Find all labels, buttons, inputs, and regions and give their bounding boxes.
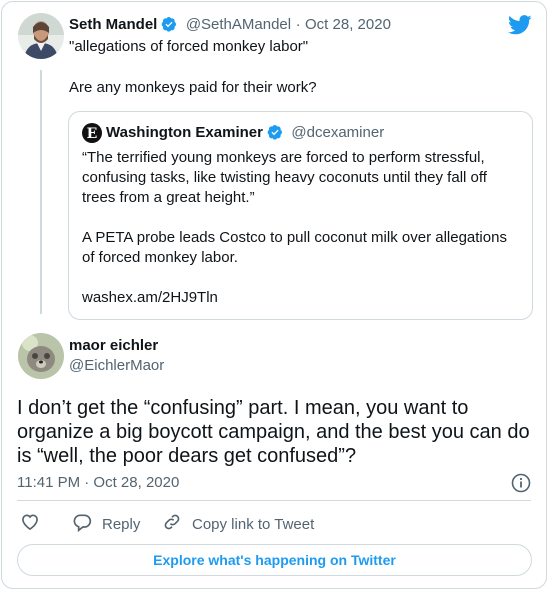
quote-line4: A PETA probe leads Costco to pull coconu…	[82, 229, 507, 246]
svg-text:E: E	[87, 126, 98, 142]
quote-link[interactable]: washex.am/2HJ9Tln	[82, 288, 218, 308]
parent-tweet-text-line2: Are any monkeys paid for their work?	[69, 79, 317, 96]
info-icon[interactable]	[511, 473, 531, 493]
quote-line3: trees from a great height.”	[82, 189, 255, 206]
washington-examiner-logo-icon: E	[82, 123, 102, 143]
heart-icon	[20, 512, 40, 536]
author-handle[interactable]: @EichlerMaor	[69, 357, 164, 374]
separator: ·	[295, 16, 301, 33]
like-button[interactable]	[20, 512, 40, 536]
quoted-author-handle: @dcexaminer	[291, 124, 385, 141]
explore-label: Explore what's happening on Twitter	[153, 552, 396, 568]
verified-badge-icon	[267, 124, 283, 140]
author-handle[interactable]: @SethAMandel	[186, 16, 291, 33]
thread-connector-line	[40, 70, 42, 314]
tweet-date[interactable]: Oct 28, 2020	[305, 16, 391, 33]
author-name[interactable]: Seth Mandel	[69, 16, 157, 33]
seth-mandel-avatar[interactable]	[18, 13, 64, 59]
quoted-author-name: Washington Examiner	[106, 124, 263, 141]
tweet-text-line1: I don’t get the “confusing” part. I mean…	[17, 397, 469, 419]
tweet-timestamp[interactable]: 11:41 PM · Oct 28, 2020	[17, 474, 179, 491]
tweet-text-line2: organize a big boycott campaign, and the…	[17, 421, 530, 443]
divider	[17, 500, 531, 501]
maor-eichler-avatar[interactable]	[18, 333, 64, 379]
author-name[interactable]: maor eichler	[69, 337, 158, 354]
twitter-bird-icon[interactable]	[508, 14, 532, 36]
reply-label: Reply	[102, 515, 141, 533]
tweet-text-line3: is “well, the poor dears get confused”?	[17, 445, 357, 467]
copy-link-button[interactable]: Copy link to Tweet	[162, 512, 314, 536]
quote-line1: “The terrified young monkeys are forced …	[82, 149, 485, 166]
copy-link-label: Copy link to Tweet	[192, 515, 315, 533]
quote-line2: confusing tasks, like twisting heavy coc…	[82, 169, 487, 186]
quote-line5: of forced monkey labor.	[82, 249, 238, 266]
reply-button[interactable]: Reply	[72, 512, 140, 536]
verified-badge-icon	[161, 16, 177, 32]
parent-tweet-header: Seth Mandel @SethAMandel · Oct 28, 2020	[69, 16, 391, 34]
reply-icon	[72, 512, 92, 536]
parent-tweet-text-line1: "allegations of forced monkey labor"	[69, 38, 309, 55]
quoted-tweet-header: Washington Examiner @dcexaminer	[106, 124, 384, 142]
link-icon	[162, 512, 182, 536]
explore-twitter-button[interactable]: Explore what's happening on Twitter	[17, 544, 532, 576]
